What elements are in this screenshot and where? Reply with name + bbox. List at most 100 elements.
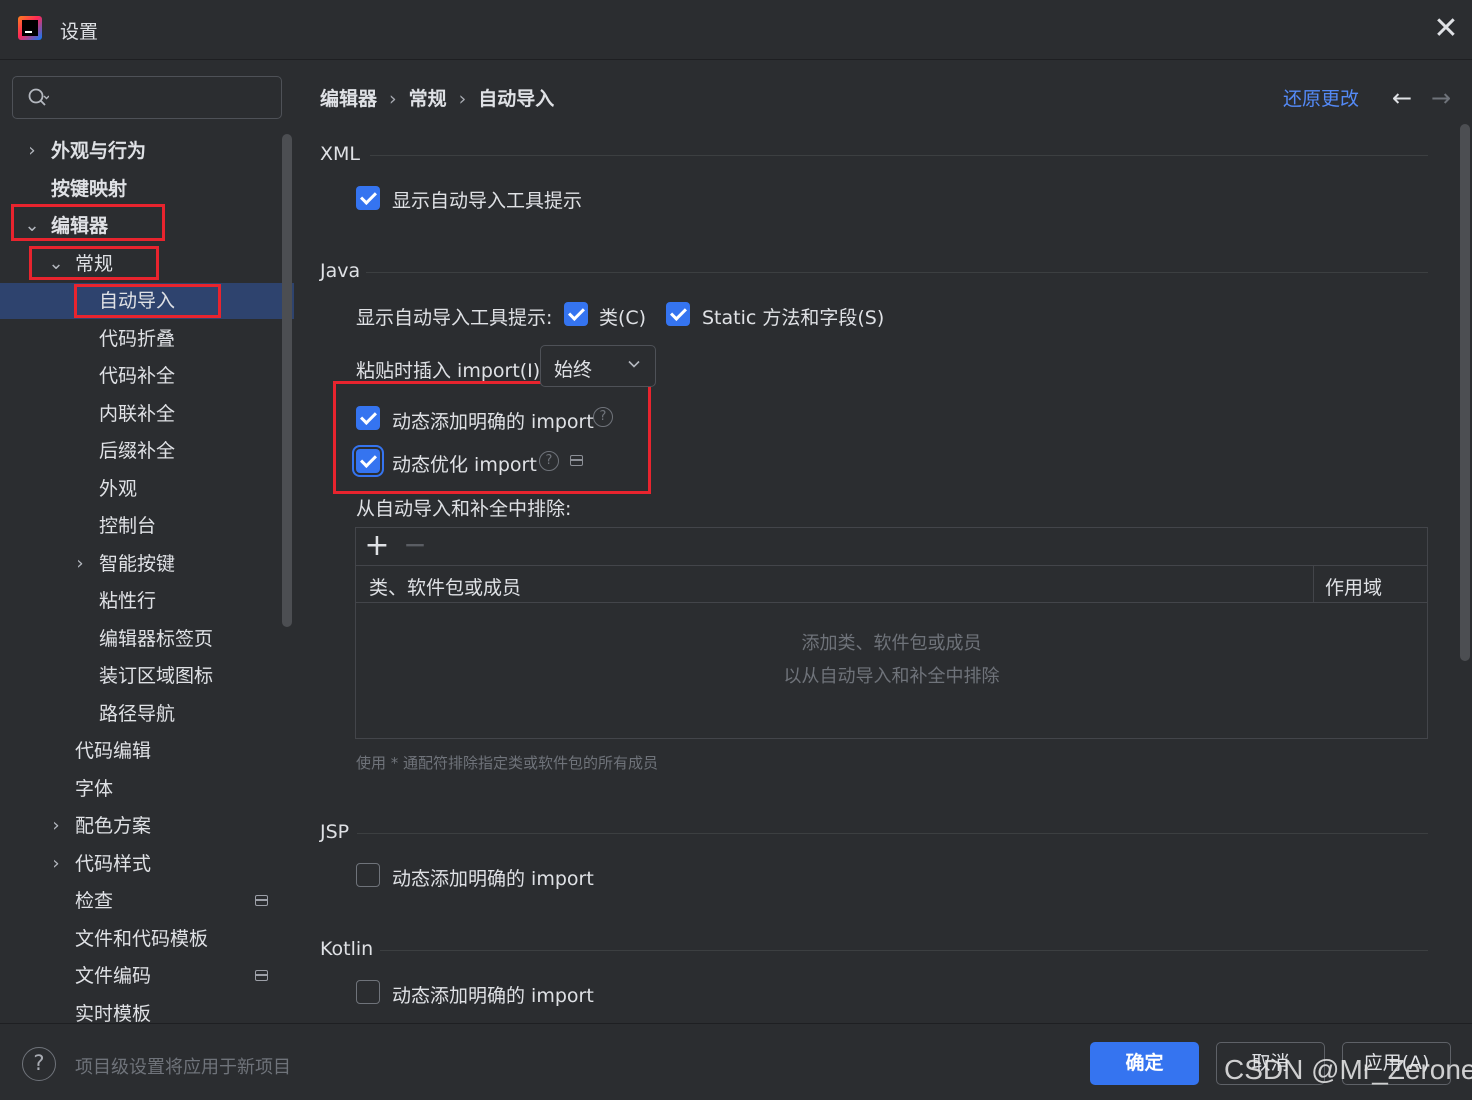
sidebar-item[interactable]: ⌄ 编辑器 [0,208,294,244]
section-divider [380,950,1428,951]
sidebar-item[interactable]: 外观 [0,471,294,507]
chevron-right-icon[interactable]: › [24,133,40,169]
java-optimize-imports-label: 动态优化 import [392,454,537,476]
sidebar-item-label: 编辑器标签页 [99,627,214,650]
sidebar-item[interactable]: › 外观与行为 [0,133,294,169]
column-divider[interactable] [1313,566,1314,603]
sidebar-item[interactable]: 按键映射 [0,171,294,207]
sidebar-item-label: 配色方案 [75,815,152,837]
section-divider [370,155,1428,156]
sidebar-item-label: 代码编辑 [75,740,152,762]
paste-import-dropdown[interactable]: 始终 [540,345,656,387]
sidebar-item-label: 文件编码 [75,965,152,987]
sidebar-item[interactable]: 文件和代码模板 [0,921,294,957]
xml-show-tooltip-checkbox[interactable] [356,186,380,210]
sidebar-item[interactable]: 检查 [0,883,294,919]
back-arrow-icon[interactable]: ← [1392,84,1412,112]
sidebar-item-label: 常规 [75,252,114,275]
search-icon [28,88,49,106]
content-scrollbar[interactable] [1460,124,1470,661]
sidebar-item[interactable]: 装订区域图标 [0,658,294,694]
sidebar-item[interactable]: 代码折叠 [0,321,294,357]
chevron-down-icon[interactable]: ⌄ [24,208,40,244]
section-title-xml: XML [320,143,360,165]
java-add-unambiguous-label: 动态添加明确的 import [392,411,594,433]
sidebar-item[interactable]: 字体 [0,771,294,807]
exclude-table: + − 类、软件包或成员 作用域 添加类、软件包或成员 以从自动导入和补全中排除 [355,527,1428,739]
revert-changes-link[interactable]: 还原更改 [1283,84,1359,111]
sidebar-item[interactable]: 粘性行 [0,583,294,619]
chevron-down-icon[interactable]: ⌄ [48,246,64,282]
java-optimize-imports-checkbox[interactable] [356,449,380,473]
forward-arrow-icon[interactable]: → [1431,84,1451,112]
sidebar-item[interactable]: › 代码样式 [0,846,294,882]
jsp-add-unambiguous-label: 动态添加明确的 import [392,868,594,890]
table-header: 类、软件包或成员 作用域 [356,565,1427,603]
window-title: 设置 [60,21,99,43]
ok-button[interactable]: 确定 [1090,1042,1199,1085]
sidebar-item[interactable]: › 智能按键 [0,546,294,582]
sidebar-item[interactable]: 自动导入 [0,283,294,319]
exclude-label: 从自动导入和补全中排除: [356,498,572,520]
paste-import-label: 粘贴时插入 import(I): [356,360,547,382]
chevron-right-icon[interactable]: › [48,808,64,844]
help-icon[interactable]: ? [539,451,559,471]
sidebar-item-label: 检查 [75,890,114,912]
search-input[interactable] [61,83,271,113]
section-title-kotlin: Kotlin [320,938,374,960]
breadcrumb-item[interactable]: 常规 [409,88,447,110]
sidebar-item[interactable]: 编辑器标签页 [0,621,294,657]
java-class-checkbox[interactable] [564,302,588,326]
sidebar-item[interactable]: 内联补全 [0,396,294,432]
help-button[interactable]: ? [22,1047,56,1081]
sidebar-item-label: 按键映射 [51,177,128,200]
intellij-logo-icon [18,16,42,40]
sidebar-item[interactable]: 文件编码 [0,958,294,994]
sidebar-item-label: 内联补全 [99,402,176,425]
xml-show-tooltip-label: 显示自动导入工具提示 [392,190,583,212]
sidebar-item-label: 装订区域图标 [99,665,214,687]
sidebar-item-label: 控制台 [99,515,157,537]
sidebar-scrollbar[interactable] [282,134,292,627]
close-icon[interactable]: ✕ [1432,14,1460,44]
column-header-class[interactable]: 类、软件包或成员 [369,573,521,600]
sidebar-item-label: 编辑器 [51,215,109,237]
add-icon[interactable]: + [364,531,390,562]
sidebar-item[interactable]: 代码编辑 [0,733,294,769]
column-header-scope[interactable]: 作用域 [1325,573,1382,600]
sidebar-item[interactable]: 后缀补全 [0,433,294,469]
chevron-right-icon[interactable]: › [72,546,88,582]
breadcrumb-item[interactable]: 编辑器 [320,88,377,110]
section-divider [357,833,1428,834]
java-static-label: Static 方法和字段(S) [702,307,885,329]
remove-icon[interactable]: − [402,531,428,562]
java-static-checkbox[interactable] [666,302,690,326]
sidebar-item[interactable]: 代码补全 [0,358,294,394]
sidebar-item-label: 文件和代码模板 [75,927,209,950]
kotlin-add-unambiguous-checkbox[interactable] [356,980,380,1004]
watermark: CSDN @Mr_Zerone [1224,1054,1472,1085]
sidebar-item-label: 自动导入 [99,290,176,312]
title-bar [0,0,1472,60]
sidebar-item-label: 字体 [75,777,114,800]
breadcrumb: 编辑器 › 常规 › 自动导入 [320,84,554,111]
chevron-down-icon [628,360,640,368]
project-scope-icon [255,970,268,981]
breadcrumb-item-current: 自动导入 [478,88,555,110]
sidebar-item-label: 外观与行为 [51,140,147,162]
jsp-add-unambiguous-checkbox[interactable] [356,863,380,887]
sidebar-item[interactable]: › 配色方案 [0,808,294,844]
settings-tree: › 外观与行为按键映射 ⌄ 编辑器 ⌄ 常规自动导入代码折叠 代码补全内联补全后缀补全 外观控… [0,130,294,1023]
search-box[interactable] [12,76,282,119]
sidebar-item[interactable]: 路径导航 [0,696,294,732]
annotation-box-java-options [333,381,651,494]
sidebar-item[interactable]: ⌄ 常规 [0,246,294,282]
sidebar-item[interactable]: 实时模板 [0,996,294,1024]
help-icon[interactable]: ? [593,407,613,427]
project-scope-icon [570,455,583,466]
sidebar-item[interactable]: 控制台 [0,508,294,544]
java-add-unambiguous-checkbox[interactable] [356,406,380,430]
sidebar-item-label: 智能按键 [99,552,176,575]
empty-state-text: 添加类、软件包或成员 [801,633,982,654]
chevron-right-icon[interactable]: › [48,846,64,882]
